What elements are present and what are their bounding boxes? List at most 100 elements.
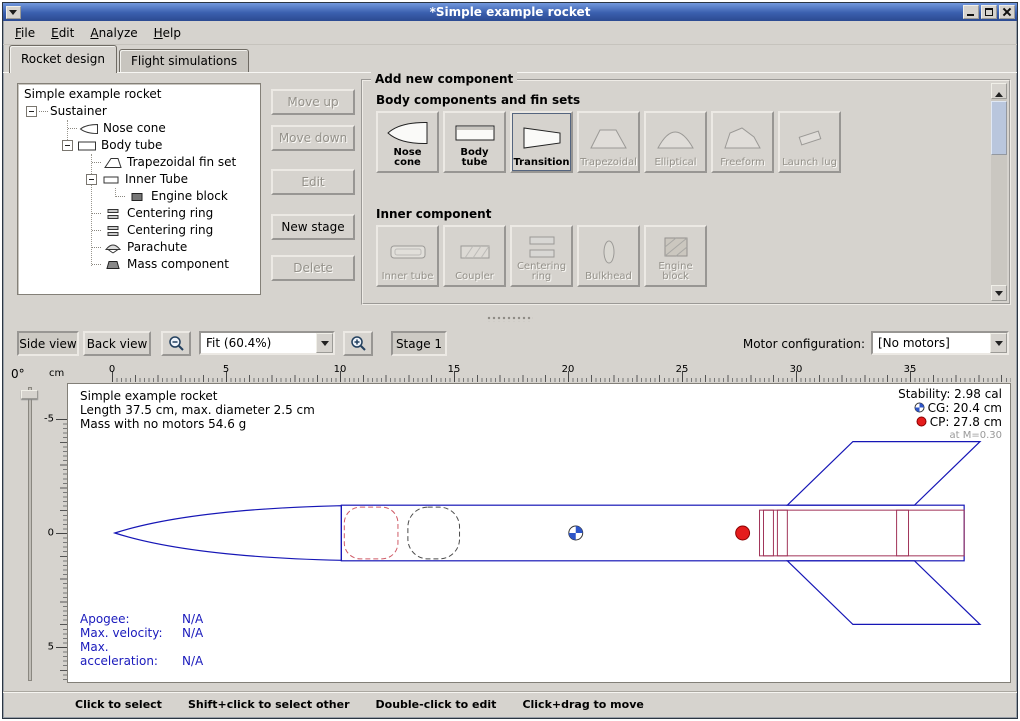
flight-summary: Apogee:N/A Max. velocity:N/A Max. accele… [80,612,203,668]
inner-tube-shape[interactable] [760,510,965,556]
rotation-slider-handle[interactable] [21,390,38,399]
add-body-tube-button[interactable]: Body tube [443,111,506,173]
tab-rocket-design[interactable]: Rocket design [9,45,117,73]
collapse-icon[interactable] [26,106,37,117]
tree-connector [92,213,101,214]
inner-component-section-label: Inner component [376,207,491,221]
tree-connector [92,230,101,231]
tree-connector [92,264,101,265]
chevron-down-icon[interactable] [990,333,1007,353]
rotation-value: 0° [11,367,25,381]
mass-component-icon [103,259,123,271]
add-bulkhead-button: Bulkhead [577,225,640,287]
tree-connector [68,128,77,129]
tree-connector [92,162,101,163]
add-freeform-fin-button: Freeform [711,111,774,173]
engine-block-shape[interactable] [777,510,787,556]
tree-item-centering-ring-1[interactable]: Centering ring [18,205,260,222]
window-title: *Simple example rocket [3,3,1017,21]
motor-configuration-select[interactable]: [No motors] [871,331,1009,355]
scrollbar-thumb[interactable] [991,101,1007,155]
add-nose-cone-button[interactable]: Nose cone [376,111,439,173]
zoom-in-button[interactable] [343,331,373,356]
window-menu-icon[interactable] [6,6,21,19]
new-stage-button[interactable]: New stage [271,214,355,240]
splitter-grip-icon[interactable] [487,316,533,322]
collapse-icon[interactable] [62,140,73,151]
component-tree[interactable]: Simple example rocket Sustainer Nose con… [17,83,261,295]
tab-flight-simulations[interactable]: Flight simulations [119,49,249,72]
ruler-unit-label: cm [49,368,64,379]
pane-splitter[interactable] [3,313,1017,323]
chevron-down-icon[interactable] [316,333,333,353]
tree-item-centering-ring-2[interactable]: Centering ring [18,222,260,239]
tree-item-sustainer[interactable]: Sustainer [18,103,260,120]
collapse-icon[interactable] [86,174,97,185]
scroll-down-icon[interactable] [991,285,1007,301]
inner-tube-assembly[interactable] [760,510,965,556]
app-window: *Simple example rocket File Edit Analyze… [2,2,1018,719]
freeform-fin-icon [720,124,766,152]
design-pane: Simple example rocket Sustainer Nose con… [3,73,1017,313]
stage-1-toggle[interactable]: Stage 1 [391,331,447,356]
tree-connector [116,196,125,197]
parachute-shape[interactable] [344,507,398,559]
lower-fin-shape[interactable] [787,561,980,625]
rotation-slider[interactable] [28,387,32,681]
centering-ring-shape[interactable] [763,510,773,556]
body-tube-shape[interactable] [341,505,964,561]
tree-item-body-tube[interactable]: Body tube [18,137,260,154]
horizontal-ruler: 0 5 10 15 20 25 30 35 [67,366,1011,382]
maximize-button[interactable] [981,5,997,19]
hint-click-select: Click to select [75,698,162,711]
v-ruler-label: 0 [48,528,54,539]
hint-double-click: Double-click to edit [376,698,497,711]
rocket-outline[interactable] [115,442,980,625]
tree-item-fin-set[interactable]: Trapezoidal fin set [18,154,260,171]
move-up-button: Move up [271,89,355,115]
add-transition-button[interactable]: Transition [510,111,573,173]
tree-item-mass-component[interactable]: Mass component [18,256,260,273]
upper-fin-shape[interactable] [787,442,980,506]
h-ruler-label: 35 [904,364,917,375]
minimize-button[interactable] [963,5,979,19]
menu-analyze[interactable]: Analyze [82,23,145,43]
body-tube-icon [452,119,498,147]
centering-ring-shape[interactable] [897,510,909,556]
close-button[interactable] [999,5,1015,19]
body-tube-icon [77,140,97,152]
elliptical-fin-icon [653,124,699,152]
cg-marker [569,526,583,540]
cp-marker [736,526,750,540]
rocket-info: Simple example rocket Length 37.5 cm, ma… [80,389,315,431]
tree-item-parachute[interactable]: Parachute [18,239,260,256]
h-ruler-label: 10 [334,364,347,375]
cg-icon [914,402,925,413]
mass-component-shape[interactable] [408,507,460,559]
rocket-canvas[interactable]: Simple example rocket Length 37.5 cm, ma… [67,383,1011,683]
tree-item-inner-tube[interactable]: Inner Tube [18,171,260,188]
zoom-level-select[interactable]: Fit (60.4%) [199,331,335,355]
h-ruler-label: 0 [109,364,115,375]
zoom-in-icon [350,335,367,352]
tree-item-nose-cone[interactable]: Nose cone [18,120,260,137]
nose-cone-shape[interactable] [115,506,341,561]
zoom-out-button[interactable] [161,331,191,356]
status-bar: Click to select Shift+click to select ot… [3,691,1017,716]
menu-file[interactable]: File [7,23,43,43]
scroll-up-icon[interactable] [991,83,1007,99]
add-centering-ring-button: Centering ring [510,225,573,287]
menu-help[interactable]: Help [146,23,189,43]
launch-lug-icon [787,124,833,152]
component-panel-scrollbar[interactable] [991,83,1007,301]
title-bar[interactable]: *Simple example rocket [3,3,1017,21]
tree-connector [39,111,48,112]
back-view-button[interactable]: Back view [83,331,151,356]
tree-item-rocket[interactable]: Simple example rocket [18,86,260,103]
v-ruler-label: 5 [48,642,54,653]
side-view-button[interactable]: Side view [17,331,79,356]
tree-item-engine-block[interactable]: Engine block [18,188,260,205]
centering-ring-icon [519,233,565,261]
menu-edit[interactable]: Edit [43,23,82,43]
cp-value: CP: 27.8 cm [930,415,1002,429]
